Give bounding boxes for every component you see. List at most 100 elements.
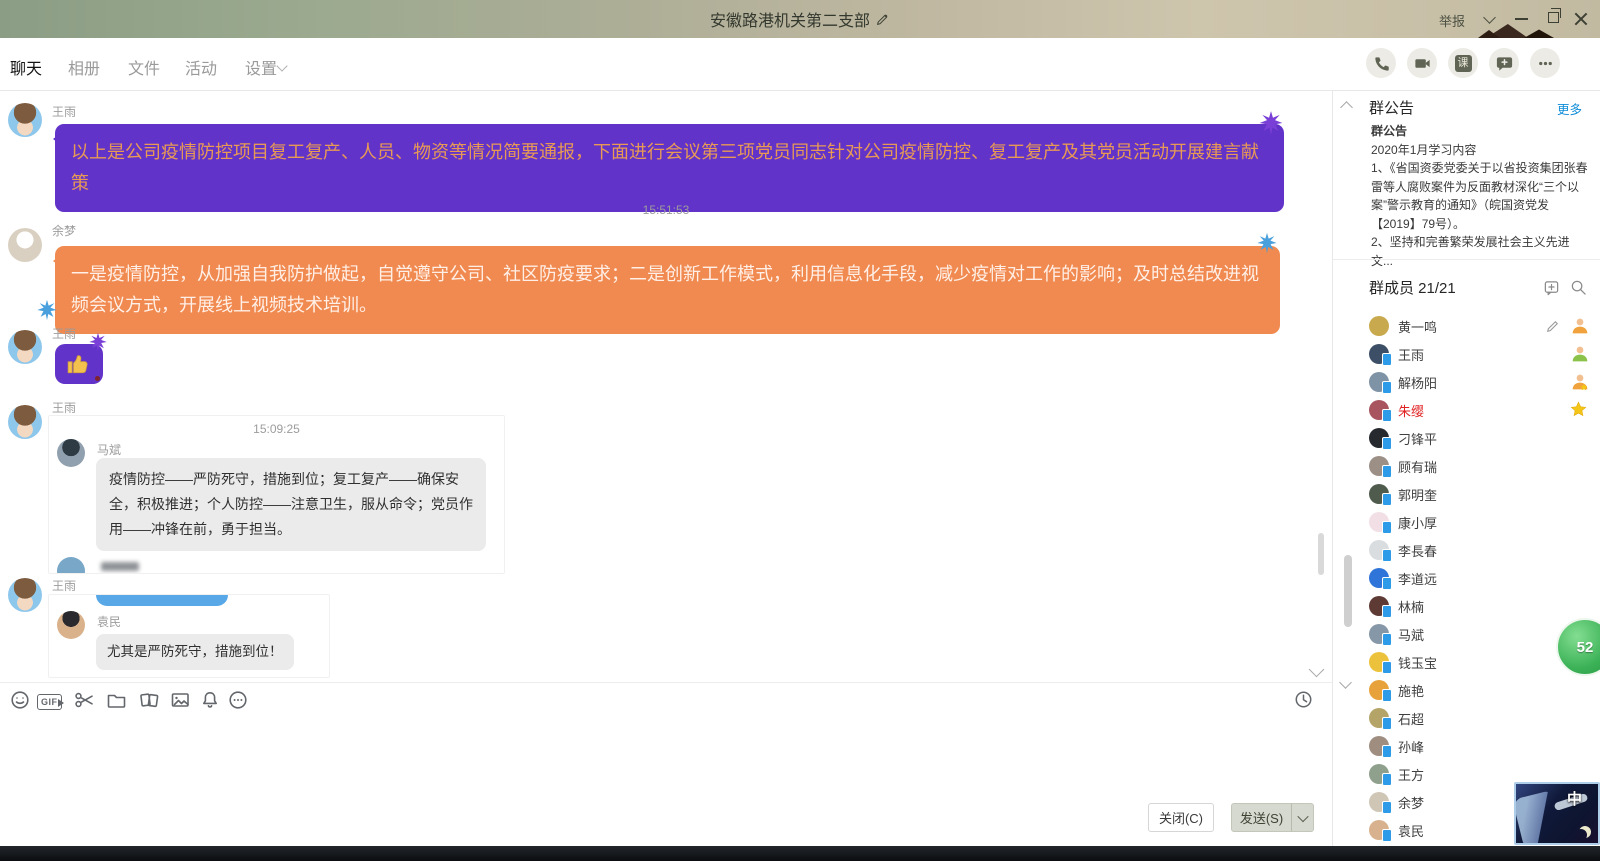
sender-name: 王雨 xyxy=(52,325,76,342)
member-row[interactable]: 李道远 xyxy=(1333,564,1600,592)
send-button[interactable]: 发送(S) xyxy=(1231,803,1292,832)
member-avatar xyxy=(1369,820,1389,840)
message-bubble[interactable]: 以上是公司疫情防控项目复工复产、人员、物资等情况简要通报，下面进行会议第三项党员… xyxy=(55,124,1284,212)
star-badge-icon xyxy=(1570,401,1587,418)
announcement-title: 群公告 xyxy=(1371,122,1591,141)
message-bubble[interactable]: 一是疫情防控，从加强自我防护做起，自觉遵守公司、社区防疫要求；二是创新工作模式，… xyxy=(55,246,1280,334)
member-row[interactable]: 石超 xyxy=(1333,704,1600,732)
forwarded-record-card[interactable]: 袁民 尤其是严防死守，措施到位！ xyxy=(48,594,330,678)
tab-album[interactable]: 相册 xyxy=(68,55,100,79)
sidebar-scrollbar[interactable] xyxy=(1344,555,1352,627)
member-name: 郭明奎 xyxy=(1398,485,1437,504)
member-row[interactable]: 刁锋平 xyxy=(1333,424,1600,452)
announcement-line: 2020年1月学习内容 xyxy=(1371,141,1591,160)
more-tools-button[interactable] xyxy=(228,690,248,715)
new-chat-button[interactable] xyxy=(1489,48,1519,78)
message-list[interactable]: 王雨 以上是公司疫情防控项目复工复产、人员、物资等情况简要通报，下面进行会议第三… xyxy=(0,91,1332,682)
edit-title-icon[interactable] xyxy=(876,12,890,26)
sparkle-decoration-icon xyxy=(36,299,58,321)
group-owner-icon xyxy=(1571,317,1589,335)
restore-button[interactable] xyxy=(1548,12,1559,23)
members-header: 群成员 21/21 xyxy=(1369,277,1456,298)
search-members-button[interactable] xyxy=(1570,279,1587,301)
member-avatar xyxy=(1369,484,1389,504)
emoji-button[interactable] xyxy=(10,690,30,715)
send-options-dropdown[interactable] xyxy=(1291,803,1314,832)
avatar[interactable] xyxy=(8,578,42,612)
member-row[interactable]: 康小厚 xyxy=(1333,508,1600,536)
sparkle-decoration-icon xyxy=(1256,232,1278,254)
bottom-dark-strip xyxy=(0,846,1600,861)
share-apps-button[interactable] xyxy=(138,690,160,715)
forwarded-record-card[interactable]: 15:09:25 马斌 疫情防控——严防死守，措施到位；复工复产——确保安全，积… xyxy=(48,415,505,574)
video-call-button[interactable] xyxy=(1407,48,1437,78)
quoted-avatar-partial xyxy=(57,557,85,574)
member-avatar xyxy=(1369,372,1389,392)
sticker-dot-decoration xyxy=(95,376,100,381)
member-name: 顾有瑞 xyxy=(1398,457,1437,476)
edit-pencil-icon[interactable] xyxy=(1546,318,1561,333)
member-name: 朱缨 xyxy=(1398,401,1424,420)
class-button[interactable]: 课 xyxy=(1448,48,1478,78)
send-file-folder-button[interactable] xyxy=(106,690,127,715)
window-shake-bell-button[interactable] xyxy=(200,690,220,715)
member-avatar xyxy=(1369,344,1389,364)
member-avatar xyxy=(1369,596,1389,616)
send-image-button[interactable] xyxy=(170,690,191,715)
voice-call-button[interactable] xyxy=(1366,48,1396,78)
member-row[interactable]: 王雨 xyxy=(1333,340,1600,368)
tab-activity[interactable]: 活动 xyxy=(185,55,217,79)
announcement-line: 2、坚持和完善繁荣发展社会主义先进文... xyxy=(1371,233,1591,270)
tab-files[interactable]: 文件 xyxy=(128,55,160,79)
gif-hot-pics-button[interactable]: GIF xyxy=(37,694,62,710)
moon-icon xyxy=(1579,826,1591,838)
member-row[interactable]: 郭明奎 xyxy=(1333,480,1600,508)
avatar[interactable] xyxy=(8,228,42,262)
quoted-name-blurred xyxy=(101,562,139,571)
class-icon: 课 xyxy=(1455,55,1472,72)
settings-chevron-down-icon[interactable] xyxy=(276,60,287,71)
more-actions-button[interactable] xyxy=(1530,48,1560,78)
screenshot-scissors-button[interactable] xyxy=(74,690,95,715)
sender-name: 王雨 xyxy=(52,577,76,594)
member-row[interactable]: 朱缨 xyxy=(1333,396,1600,424)
close-button[interactable] xyxy=(1573,11,1588,26)
member-name: 康小厚 xyxy=(1398,513,1437,532)
member-name: 施艳 xyxy=(1398,681,1424,700)
announcement-more-link[interactable]: 更多 xyxy=(1557,99,1582,118)
mini-video-thumbnail[interactable]: 中 xyxy=(1514,782,1600,845)
member-name: 王方 xyxy=(1398,765,1424,784)
titlebar: 安徽路港机关第二支部 举报 xyxy=(0,0,1600,38)
chat-scrollbar[interactable] xyxy=(1318,533,1324,575)
avatar[interactable] xyxy=(8,330,42,364)
member-row[interactable]: 林楠 xyxy=(1333,592,1600,620)
tab-chat[interactable]: 聊天 xyxy=(10,55,42,79)
member-row[interactable]: 李長春 xyxy=(1333,536,1600,564)
member-name: 解杨阳 xyxy=(1398,373,1437,392)
tab-settings[interactable]: 设置 xyxy=(245,55,277,79)
member-row[interactable]: 施艳 xyxy=(1333,676,1600,704)
member-name: 马斌 xyxy=(1398,625,1424,644)
message-history-clock-button[interactable] xyxy=(1294,690,1313,714)
announcement-collapse-icon[interactable] xyxy=(1340,101,1353,114)
member-row[interactable]: 顾有瑞 xyxy=(1333,452,1600,480)
scroll-to-bottom-icon[interactable] xyxy=(1309,662,1325,678)
quoted-avatar[interactable] xyxy=(57,611,85,639)
avatar[interactable] xyxy=(8,103,42,137)
member-avatar xyxy=(1369,568,1389,588)
member-row[interactable]: 解杨阳 xyxy=(1333,368,1600,396)
message-input[interactable] xyxy=(0,716,1332,800)
announcement-line: 1、《省国资委党委关于以省投资集团张春雷等人腐败案件为反面教材深化“三个以案”警… xyxy=(1371,159,1591,233)
report-link[interactable]: 举报 xyxy=(1439,11,1465,30)
chat-plus-icon xyxy=(1495,54,1514,73)
quoted-avatar[interactable] xyxy=(57,439,85,467)
member-row[interactable]: 孙峰 xyxy=(1333,732,1600,760)
member-row[interactable]: 黄一鸣 xyxy=(1333,312,1600,340)
member-name: 刁锋平 xyxy=(1398,429,1437,448)
video-figure xyxy=(1514,790,1566,845)
avatar[interactable] xyxy=(8,405,42,439)
close-chat-button[interactable]: 关闭(C) xyxy=(1148,803,1214,832)
member-list[interactable]: 黄一鸣 王雨 解杨阳 朱缨 刁锋平 顾有瑞 郭明奎 康小厚 xyxy=(1333,312,1600,861)
minimize-button[interactable] xyxy=(1515,18,1528,20)
create-discussion-button[interactable] xyxy=(1543,279,1560,301)
